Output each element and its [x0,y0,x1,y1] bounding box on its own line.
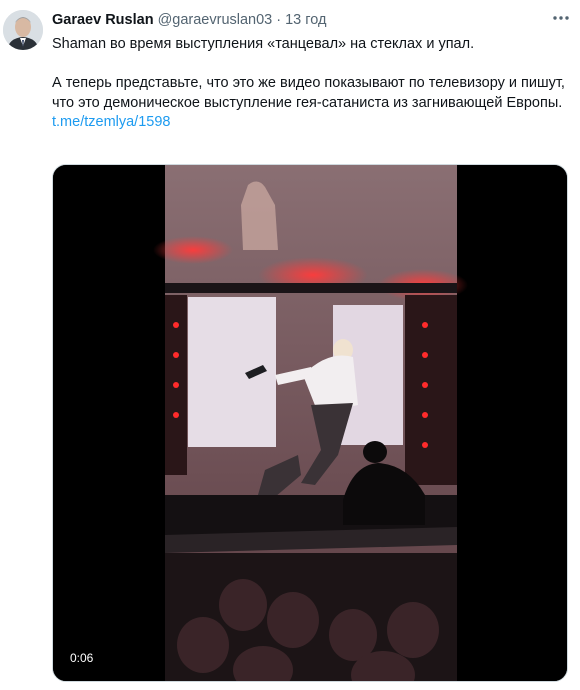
more-horizontal-icon [553,16,569,20]
avatar[interactable] [3,10,43,50]
tweet-text-line2: А теперь представьте, что это же видео п… [52,75,565,111]
timestamp[interactable]: 13 год [285,12,326,28]
author-handle[interactable]: @garaevruslan03 [158,12,273,28]
avatar-image [3,10,43,50]
video-duration: 0:06 [65,649,99,667]
tweet[interactable]: Garaev Ruslan @garaevruslan03 · 13 год S… [0,0,580,690]
separator: · [276,12,282,28]
tweet-text: Shaman во время выступления «танцевал» н… [52,35,574,133]
more-options-button[interactable] [548,8,574,28]
video-player[interactable]: 0:06 [52,164,568,682]
tweet-text-line1: Shaman во время выступления «танцевал» н… [52,36,475,52]
tweet-header: Garaev Ruslan @garaevruslan03 · 13 год [52,12,326,32]
author-name[interactable]: Garaev Ruslan [52,12,154,28]
video-frame [53,165,567,681]
tweet-link[interactable]: t.me/tzemlya/1598 [52,114,170,130]
